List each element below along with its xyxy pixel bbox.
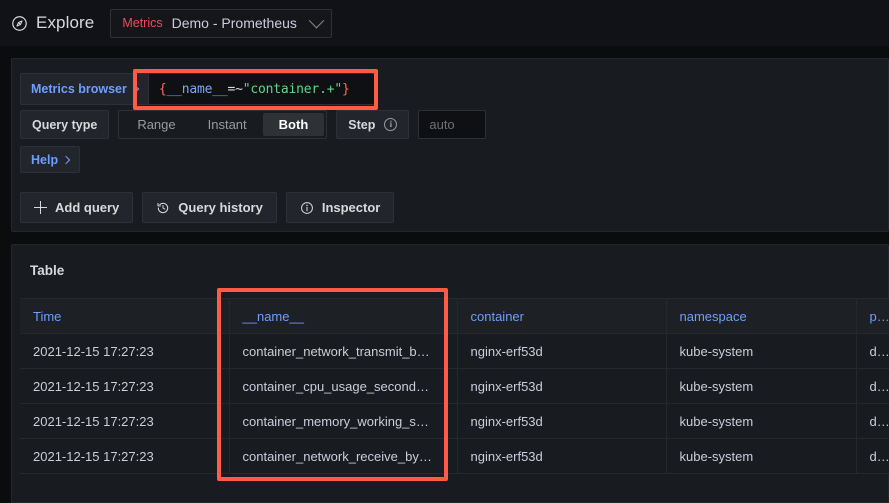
query-history-button[interactable]: Query history bbox=[142, 192, 277, 223]
query-type-option-both[interactable]: Both bbox=[262, 113, 325, 136]
cell-name: container_network_transmit_b… bbox=[229, 333, 458, 369]
cell-namespace: kube-system bbox=[666, 333, 857, 369]
help-button[interactable]: Help bbox=[20, 146, 81, 173]
top-navbar: Explore Metrics Demo - Prometheus bbox=[0, 0, 889, 46]
column-header-namespace[interactable]: namespace bbox=[666, 298, 857, 334]
table-row[interactable]: 2021-12-15 17:27:23 container_cpu_usage_… bbox=[20, 368, 889, 404]
query-token-operator: =~ bbox=[227, 81, 243, 97]
cell-time: 2021-12-15 17:27:23 bbox=[20, 333, 230, 369]
panel-title: Table bbox=[30, 263, 65, 278]
cell-name: container_network_receive_by… bbox=[229, 438, 458, 474]
cell-namespace: kube-system bbox=[666, 438, 857, 474]
chevron-right-icon bbox=[130, 84, 140, 94]
plus-icon bbox=[34, 201, 47, 214]
column-header-time[interactable]: Time bbox=[20, 298, 230, 334]
column-header-container[interactable]: container bbox=[457, 298, 667, 334]
info-circle-icon[interactable]: i bbox=[384, 118, 398, 131]
cell-time: 2021-12-15 17:27:23 bbox=[20, 438, 230, 474]
table-row[interactable]: 2021-12-15 17:27:23 container_network_tr… bbox=[20, 333, 889, 369]
table-header: Time __name__ container namespace p bbox=[20, 298, 889, 334]
query-type-option-range[interactable]: Range bbox=[121, 113, 191, 136]
chevron-right-icon bbox=[61, 155, 71, 164]
step-input-placeholder: auto bbox=[429, 117, 455, 132]
query-type-radio-group[interactable]: Range Instant Both bbox=[118, 110, 328, 139]
query-token-value: "container.+" bbox=[242, 81, 342, 97]
query-row: Metrics browser {__name__ =~ "container.+"… bbox=[20, 73, 377, 105]
datasource-type-label: Metrics bbox=[122, 16, 163, 30]
explore-page: Explore Metrics Demo - Prometheus Metric… bbox=[0, 0, 889, 503]
page-title-label: Explore bbox=[36, 13, 95, 32]
info-circle-icon bbox=[300, 201, 313, 214]
query-token-label: __name__ bbox=[166, 81, 228, 97]
query-type-label: Query type bbox=[20, 110, 110, 139]
query-token-open-brace: { bbox=[158, 81, 167, 97]
history-icon bbox=[157, 202, 169, 213]
help-button-label: Help bbox=[31, 152, 59, 167]
query-type-option-instant[interactable]: Instant bbox=[192, 113, 263, 136]
datasource-picker[interactable]: Metrics Demo - Prometheus bbox=[110, 8, 333, 38]
query-expression-input[interactable]: {__name__ =~ "container.+"} bbox=[148, 73, 377, 105]
chevron-down-icon bbox=[309, 12, 325, 28]
cell-namespace: kube-system bbox=[666, 403, 857, 439]
cell-namespace: kube-system bbox=[666, 368, 857, 404]
cell-time: 2021-12-15 17:27:23 bbox=[20, 368, 230, 404]
inspector-button[interactable]: Inspector bbox=[285, 192, 395, 223]
step-label-text: Step bbox=[348, 117, 376, 132]
table-header-row: Time __name__ container namespace p bbox=[20, 298, 889, 334]
column-header-pod[interactable]: p bbox=[856, 298, 889, 334]
table-panel: Table Time __name__ container namespace … bbox=[11, 244, 889, 503]
table-row[interactable]: 2021-12-15 17:27:23 container_memory_wor… bbox=[20, 403, 889, 439]
cell-container: nginx-erf53d bbox=[457, 368, 667, 404]
cell-container: nginx-erf53d bbox=[457, 403, 667, 439]
results-table: Time __name__ container namespace p 2021… bbox=[20, 298, 889, 474]
query-options-row: Query type Range Instant Both Step i aut… bbox=[20, 110, 487, 139]
page-title: Explore bbox=[11, 13, 94, 33]
add-query-button[interactable]: Add query bbox=[20, 192, 134, 223]
compass-icon bbox=[12, 15, 27, 31]
query-token-close-brace: } bbox=[341, 81, 350, 97]
step-label: Step i bbox=[336, 110, 410, 139]
cell-pod: d bbox=[856, 368, 889, 404]
query-editor-panel: Metrics browser {__name__ =~ "container.+"… bbox=[11, 58, 889, 232]
cell-container: nginx-erf53d bbox=[457, 438, 667, 474]
cell-pod: d bbox=[856, 438, 889, 474]
query-actions-row: Add query Query history Inspector bbox=[20, 192, 395, 223]
cell-container: nginx-erf53d bbox=[457, 333, 667, 369]
help-row: Help bbox=[20, 146, 81, 173]
metrics-browser-button[interactable]: Metrics browser bbox=[20, 73, 149, 105]
cell-name: container_memory_working_s… bbox=[229, 403, 458, 439]
cell-name: container_cpu_usage_second… bbox=[229, 368, 458, 404]
table-body: 2021-12-15 17:27:23 container_network_tr… bbox=[20, 333, 889, 474]
datasource-name-label: Demo - Prometheus bbox=[171, 15, 297, 31]
metrics-browser-label: Metrics browser bbox=[31, 82, 127, 96]
cell-time: 2021-12-15 17:27:23 bbox=[20, 403, 230, 439]
add-query-label: Add query bbox=[55, 200, 120, 215]
column-header-name[interactable]: __name__ bbox=[229, 298, 458, 334]
inspector-label: Inspector bbox=[321, 200, 381, 215]
cell-pod: d bbox=[856, 403, 889, 439]
table-row[interactable]: 2021-12-15 17:27:23 container_network_re… bbox=[20, 438, 889, 474]
step-input[interactable]: auto bbox=[418, 110, 487, 139]
cell-pod: d bbox=[856, 333, 889, 369]
query-history-label: Query history bbox=[178, 200, 263, 215]
